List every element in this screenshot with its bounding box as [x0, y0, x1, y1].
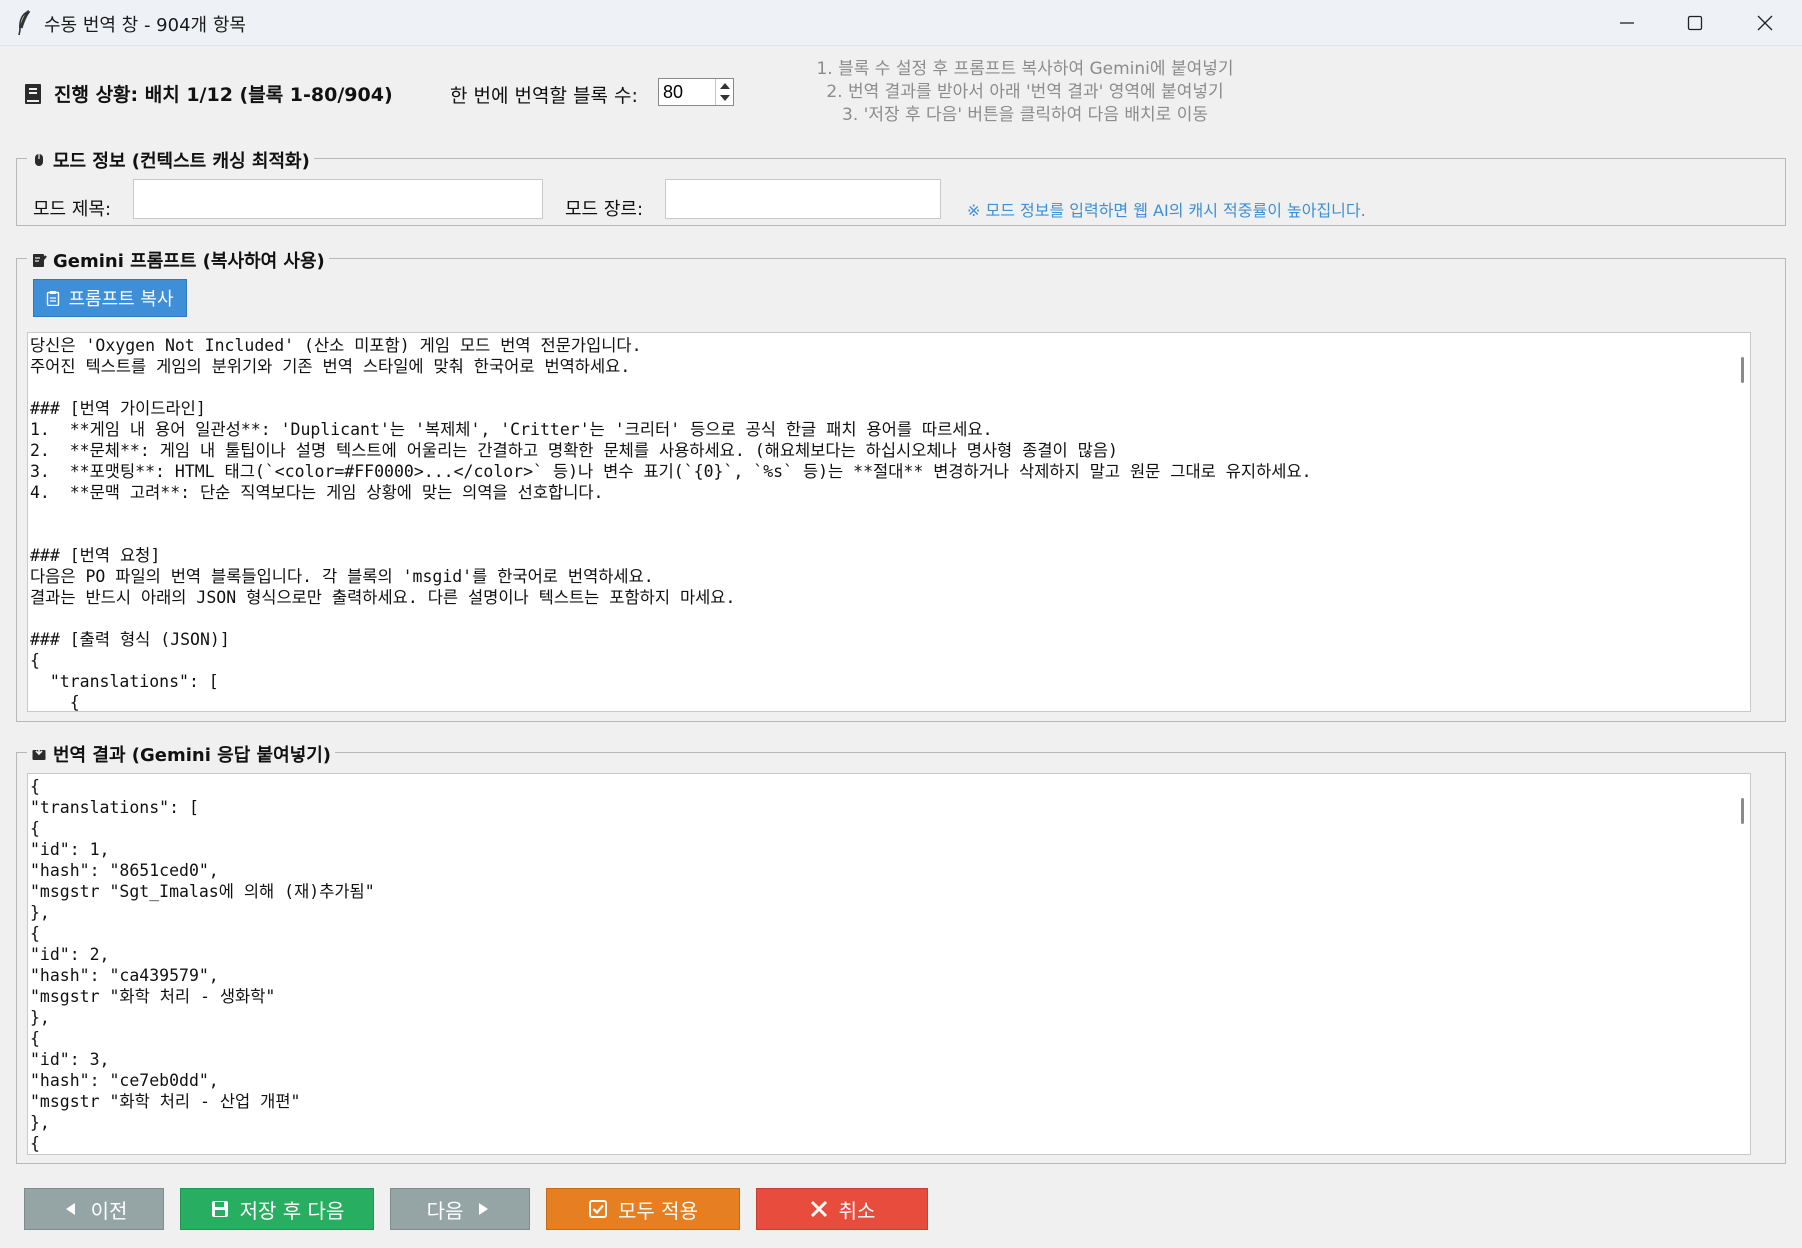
- mod-info-legend: 모드 정보 (컨텍스트 캐싱 최적화): [27, 147, 314, 173]
- cancel-label: 취소: [838, 1198, 876, 1223]
- prompt-textarea[interactable]: 당신은 'Oxygen Not Included' (산소 미포함) 게임 모드…: [27, 332, 1751, 712]
- blocks-count-spinbox[interactable]: [658, 78, 734, 106]
- window-title: 수동 번역 창 - 904개 항목: [44, 15, 246, 36]
- copy-prompt-label: 프롬프트 복사: [68, 289, 174, 310]
- mod-title-label: 모드 제목:: [33, 199, 112, 220]
- blocks-count-label: 한 번에 번역할 블록 수:: [450, 85, 638, 107]
- mod-title-field[interactable]: [133, 179, 543, 219]
- save-next-label: 저장 후 다음: [239, 1198, 345, 1223]
- result-group: 번역 결과 (Gemini 응답 붙여넣기) { "translations":…: [16, 741, 1786, 1164]
- floppy-disk-icon: [211, 1201, 228, 1217]
- prompt-legend-text: Gemini 프롬프트 (복사하여 사용): [53, 251, 325, 272]
- prompt-scrollbar[interactable]: [1741, 357, 1744, 383]
- prompt-text: 당신은 'Oxygen Not Included' (산소 미포함) 게임 모드…: [30, 336, 1312, 712]
- checkbox-icon: [589, 1200, 608, 1218]
- spin-arrows[interactable]: [715, 79, 733, 105]
- apply-all-button[interactable]: 모두 적용: [546, 1188, 740, 1230]
- instruction-2: 2. 번역 결과를 받아서 아래 '번역 결과' 영역에 붙여넣기: [826, 82, 1224, 102]
- result-legend-text: 번역 결과 (Gemini 응답 붙여넣기): [53, 745, 332, 766]
- clipboard-icon: [47, 291, 60, 306]
- mod-genre-label: 모드 장르:: [565, 199, 644, 220]
- result-textarea[interactable]: { "translations": [ { "id": 1, "hash": "…: [27, 773, 1751, 1155]
- mod-title-input[interactable]: [134, 180, 542, 218]
- next-button[interactable]: 다음: [390, 1188, 530, 1230]
- triangle-right-icon: [479, 1203, 489, 1215]
- mod-info-legend-text: 모드 정보 (컨텍스트 캐싱 최적화): [53, 151, 310, 172]
- result-legend: 번역 결과 (Gemini 응답 붙여넣기): [27, 741, 336, 767]
- close-button[interactable]: [1730, 0, 1800, 46]
- instruction-3: 3. '저장 후 다음' 버튼을 클릭하여 다음 배치로 이동: [842, 105, 1208, 125]
- instructions: 1. 블록 수 설정 후 프롬프트 복사하여 Gemini에 붙여넣기 2. 번…: [760, 58, 1290, 127]
- book-icon: [25, 83, 41, 104]
- prompt-group: Gemini 프롬프트 (복사하여 사용) 프롬프트 복사 당신은 'Oxyge…: [16, 247, 1786, 722]
- mod-genre-input[interactable]: [666, 180, 940, 218]
- spin-up-button[interactable]: [716, 79, 733, 92]
- prev-button[interactable]: 이전: [24, 1188, 164, 1230]
- result-scrollbar[interactable]: [1741, 798, 1744, 824]
- mod-info-hint: ※ 모드 정보를 입력하면 웹 AI의 캐시 적중률이 높아집니다.: [967, 201, 1366, 220]
- cancel-button[interactable]: 취소: [756, 1188, 928, 1230]
- triangle-left-icon: [65, 1203, 75, 1215]
- x-mark-icon: [810, 1200, 827, 1218]
- next-label: 다음: [426, 1198, 464, 1223]
- blocks-count-input[interactable]: [663, 81, 711, 103]
- minimize-icon: [1620, 22, 1634, 24]
- instruction-1: 1. 블록 수 설정 후 프롬프트 복사하여 Gemini에 붙여넣기: [816, 59, 1234, 79]
- memo-icon: [33, 254, 47, 267]
- prev-label: 이전: [90, 1198, 128, 1223]
- progress-text: 진행 상황: 배치 1/12 (블록 1-80/904): [54, 84, 393, 106]
- title-bar: 수동 번역 창 - 904개 항목: [0, 0, 1802, 46]
- triangle-down-icon: [719, 95, 730, 101]
- minimize-button[interactable]: [1592, 0, 1662, 46]
- apply-all-label: 모두 적용: [618, 1198, 698, 1223]
- spin-down-button[interactable]: [716, 92, 733, 105]
- inbox-icon: [32, 747, 46, 760]
- mouse-icon: [35, 154, 43, 166]
- mod-genre-field[interactable]: [665, 179, 941, 219]
- close-icon: [1757, 15, 1773, 31]
- result-text: { "translations": [ { "id": 1, "hash": "…: [30, 777, 375, 1153]
- maximize-icon: [1687, 15, 1703, 31]
- progress-status: 진행 상황: 배치 1/12 (블록 1-80/904): [24, 80, 393, 107]
- prompt-legend: Gemini 프롬프트 (복사하여 사용): [27, 247, 329, 273]
- mod-info-group: 모드 정보 (컨텍스트 캐싱 최적화) 모드 제목: 모드 장르: ※ 모드 정…: [16, 147, 1786, 226]
- triangle-up-icon: [719, 83, 730, 89]
- copy-prompt-button[interactable]: 프롬프트 복사: [33, 279, 187, 317]
- feather-pen-icon: [18, 10, 31, 36]
- save-next-button[interactable]: 저장 후 다음: [180, 1188, 374, 1230]
- maximize-button[interactable]: [1660, 0, 1730, 46]
